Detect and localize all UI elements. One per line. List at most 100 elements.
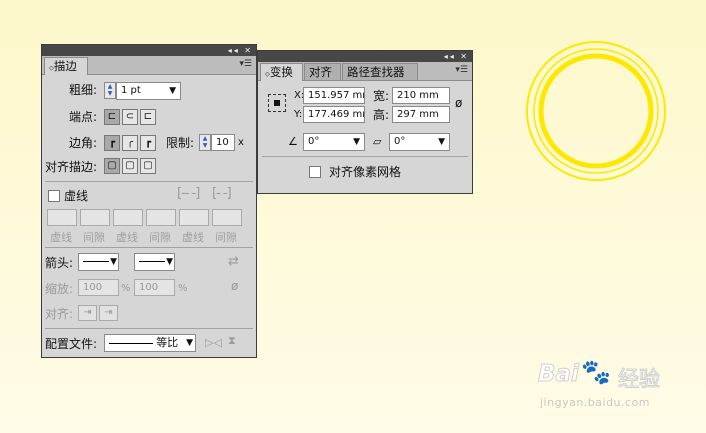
swap-arrows-icon[interactable]: ⇄ (228, 254, 239, 269)
divider (45, 181, 253, 182)
weight-label: 粗细: (69, 83, 98, 97)
baidu-watermark: Bai 🐾 经验 jingyan.baidu.com (538, 358, 698, 416)
scale-unit: % (178, 283, 188, 294)
profile-dropdown[interactable]: 等比 ▼ (104, 334, 196, 352)
shear-dropdown[interactable]: 0° ▼ (389, 133, 450, 151)
dropdown-arrow-icon: ▼ (186, 338, 193, 348)
start-scale-input: 100 (78, 279, 119, 296)
start-arrowhead-dropdown[interactable]: ▼ (78, 253, 119, 271)
dash-header: 虚线 (50, 231, 72, 244)
arrow-align-label: 对齐: (45, 307, 74, 321)
stroke-panel: ◂◂ ✕ ⬦描边 ▾☰ 粗细: ▲ ▼ 1 pt ▼ 端点: ⊏ ⊂ ⊏ 边角: ┏… (41, 44, 257, 358)
paw-icon: 🐾 (581, 358, 612, 387)
constrain-proportions-icon[interactable]: ø (455, 96, 462, 110)
flip-horizontal-icon[interactable]: ▷◁ (205, 336, 222, 349)
stroke-panel-titlebar[interactable]: ◂◂ ✕ (42, 45, 256, 56)
flip-vertical-icon[interactable]: ⧗ (228, 334, 236, 348)
close-icon[interactable]: ✕ (244, 46, 253, 55)
divider (45, 247, 253, 248)
gap-field-1 (80, 209, 110, 226)
y-input[interactable]: 177.469 mm (303, 106, 365, 123)
transform-tabbar: ⬦变换 对齐 路径查找器 ▾☰ (258, 62, 472, 81)
butt-cap-button[interactable]: ⊏ (104, 109, 120, 125)
align-inside-button[interactable]: ▢ (122, 158, 138, 174)
inner-ring (538, 53, 654, 169)
weight-spinner[interactable]: ▲ ▼ (104, 82, 116, 99)
limit-label: 限制: (166, 136, 195, 150)
profile-preview (109, 342, 153, 344)
miter-join-button[interactable]: ┏ (104, 135, 120, 151)
bevel-join-button[interactable]: ┏ (140, 135, 156, 151)
pixel-grid-label: 对齐像素网格 (329, 165, 402, 179)
gap-field-2 (146, 209, 176, 226)
round-cap-button[interactable]: ⊂ (122, 109, 138, 125)
width-label: 宽: (373, 89, 390, 103)
watermark-url: jingyan.baidu.com (540, 396, 651, 409)
rotate-icon: ∠ (288, 135, 298, 148)
transform-panel: ◂◂ ✕ ⬦变换 对齐 路径查找器 ▾☰ X: 151.957 mm Y: 17… (257, 50, 473, 194)
stroke-tabbar: ⬦描边 ▾☰ (42, 56, 256, 75)
reference-point-center (274, 100, 280, 106)
align-stroke-label: 对齐描边: (45, 160, 98, 174)
dropdown-arrow-icon: ▼ (166, 257, 173, 267)
tab-pathfinder[interactable]: 路径查找器 (342, 63, 418, 80)
dashed-label: 虚线 (64, 189, 89, 203)
tab-stroke[interactable]: ⬦描边 (44, 57, 88, 75)
projecting-cap-button[interactable]: ⊏ (140, 109, 156, 125)
height-input[interactable]: 297 mm (392, 106, 450, 123)
tab-align[interactable]: 对齐 (304, 63, 341, 80)
dropdown-arrow-icon: ▼ (169, 86, 176, 96)
divider (262, 156, 468, 157)
line-preview (83, 260, 109, 262)
dash-align-corners-icon: [- -] (212, 186, 232, 201)
outer-ring (526, 41, 666, 181)
scale-unit: % (121, 283, 131, 294)
transform-panel-titlebar[interactable]: ◂◂ ✕ (258, 51, 472, 62)
close-icon[interactable]: ✕ (460, 52, 469, 61)
rotate-dropdown[interactable]: 0° ▼ (303, 133, 365, 151)
round-join-button[interactable]: ╭ (122, 135, 138, 151)
collapse-icon[interactable]: ◂◂ (228, 46, 240, 55)
dropdown-arrow-icon: ▼ (438, 137, 445, 147)
width-input[interactable]: 210 mm (392, 87, 450, 104)
height-label: 高: (373, 108, 390, 122)
line-preview (139, 260, 165, 262)
gap-field-3 (212, 209, 242, 226)
cap-label: 端点: (69, 110, 98, 124)
y-label: Y: (294, 109, 303, 120)
arrowhead-label: 箭头: (45, 256, 74, 270)
end-scale-input: 100 (134, 279, 175, 296)
dash-field-2 (113, 209, 143, 226)
divider (45, 328, 253, 329)
reference-point-icon[interactable] (268, 94, 286, 112)
gap-header: 间隙 (83, 231, 105, 244)
weight-dropdown[interactable]: 1 pt ▼ (116, 82, 181, 100)
arrow-extend-button: ⇥ (78, 305, 97, 321)
tab-transform[interactable]: ⬦变换 (260, 63, 303, 81)
x-input[interactable]: 151.957 mm (303, 87, 365, 104)
align-center-button[interactable]: ▢ (104, 158, 120, 174)
pixel-grid-checkbox[interactable] (309, 166, 321, 178)
watermark-text: 经验 (618, 367, 661, 392)
gap-header: 间隙 (149, 231, 171, 244)
dash-preserve-icon: [-- -] (177, 186, 200, 201)
scale-label: 缩放: (45, 282, 74, 296)
arrow-place-button: ⇥ (99, 305, 118, 321)
dash-header: 虚线 (182, 231, 204, 244)
middle-ring (533, 48, 659, 174)
dash-field-1 (47, 209, 77, 226)
limit-spinner[interactable]: ▲ ▼ (199, 134, 211, 151)
collapse-icon[interactable]: ◂◂ (444, 52, 456, 61)
gap-header: 间隙 (215, 231, 237, 244)
circle-artwork[interactable] (521, 25, 671, 200)
limit-input[interactable]: 10 (211, 134, 235, 151)
align-outside-button[interactable]: ▢ (140, 158, 156, 174)
dashed-checkbox[interactable] (48, 190, 60, 202)
panel-menu-icon[interactable]: ▾☰ (239, 59, 252, 69)
end-arrowhead-dropdown[interactable]: ▼ (134, 253, 175, 271)
corner-label: 边角: (69, 136, 98, 150)
watermark-text: Bai (538, 361, 580, 388)
dash-header: 虚线 (116, 231, 138, 244)
profile-label: 配置文件: (45, 337, 98, 351)
panel-menu-icon[interactable]: ▾☰ (455, 65, 468, 75)
